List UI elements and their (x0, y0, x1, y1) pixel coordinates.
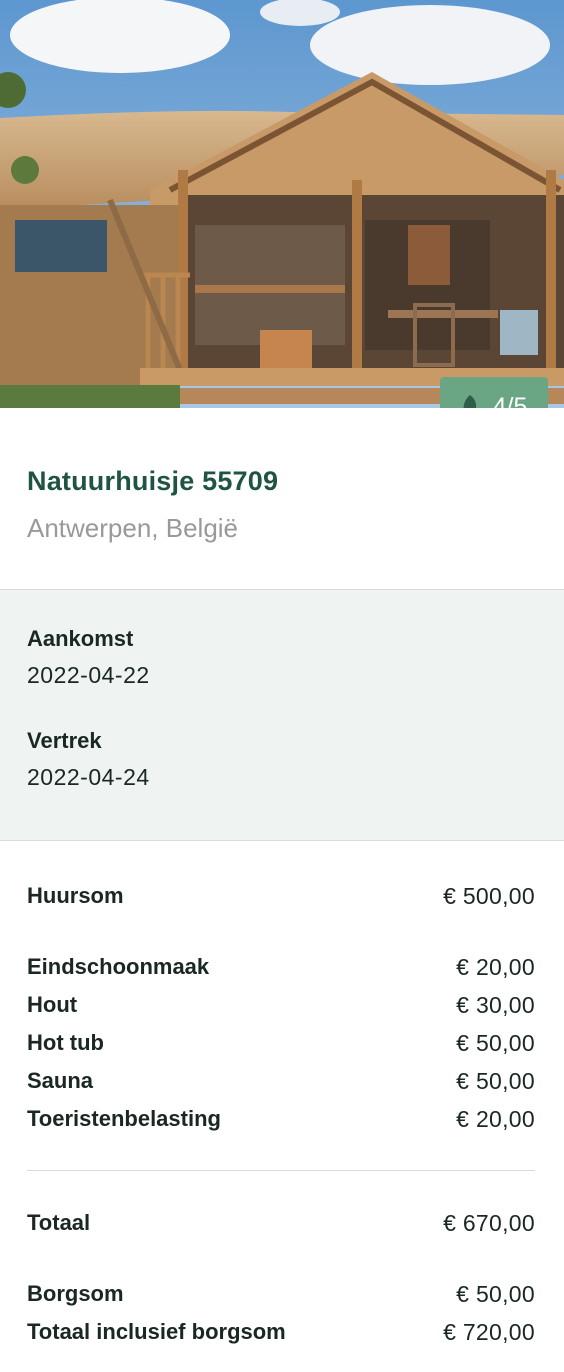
rent-label: Huursom (27, 883, 124, 908)
extra-amount: € 50,00 (456, 1029, 535, 1056)
extra-row-sauna: Sauna € 50,00 (27, 1062, 535, 1100)
extra-row-cleaning: Eindschoonmaak € 20,00 (27, 948, 535, 986)
total-with-deposit-amount: € 720,00 (443, 1318, 535, 1345)
listing-header: Natuurhuisje 55709 Antwerpen, België (0, 408, 564, 590)
cost-breakdown: Huursom € 500,00 Eindschoonmaak € 20,00 … (0, 841, 564, 1351)
total-amount: € 670,00 (443, 1209, 535, 1236)
total-with-deposit-row: Totaal inclusief borgsom € 720,00 (27, 1313, 535, 1351)
total-with-deposit-label: Totaal inclusief borgsom (27, 1319, 286, 1344)
rating-value: 4/5 (492, 392, 528, 409)
deposit-amount: € 50,00 (456, 1280, 535, 1307)
rent-row: Huursom € 500,00 (27, 877, 535, 915)
deposit-row: Borgsom € 50,00 (27, 1275, 535, 1313)
departure-date: 2022-04-24 (27, 764, 150, 790)
arrival-group: Aankomst 2022-04-22 (27, 626, 537, 689)
rent-amount: € 500,00 (443, 882, 535, 909)
listing-photo[interactable]: 4/5 (0, 0, 564, 408)
extra-label: Toeristenbelasting (27, 1106, 221, 1131)
total-label: Totaal (27, 1210, 91, 1235)
deposit-label: Borgsom (27, 1281, 124, 1306)
extra-row-wood: Hout € 30,00 (27, 986, 535, 1024)
divider (27, 1170, 535, 1171)
leaf-icon (463, 395, 476, 408)
arrival-label: Aankomst (27, 626, 134, 651)
extra-label: Sauna (27, 1068, 94, 1093)
extra-amount: € 50,00 (456, 1067, 535, 1094)
booking-dates: Aankomst 2022-04-22 Vertrek 2022-04-24 (0, 590, 564, 841)
glamping-tent-image (0, 0, 564, 408)
extra-label: Eindschoonmaak (27, 954, 210, 979)
departure-group: Vertrek 2022-04-24 (27, 728, 537, 791)
extra-amount: € 20,00 (456, 953, 535, 980)
extra-amount: € 30,00 (456, 991, 535, 1018)
arrival-date: 2022-04-22 (27, 662, 150, 688)
extra-row-hot-tub: Hot tub € 50,00 (27, 1024, 535, 1062)
extra-amount: € 20,00 (456, 1105, 535, 1132)
total-row: Totaal € 670,00 (27, 1204, 535, 1242)
departure-label: Vertrek (27, 728, 102, 753)
extra-row-tourist-tax: Toeristenbelasting € 20,00 (27, 1100, 535, 1138)
listing-location: Antwerpen, België (27, 513, 239, 543)
listing-title[interactable]: Natuurhuisje 55709 (27, 466, 537, 497)
rating-badge: 4/5 (440, 377, 548, 408)
extra-label: Hot tub (27, 1030, 104, 1055)
extra-label: Hout (27, 992, 78, 1017)
